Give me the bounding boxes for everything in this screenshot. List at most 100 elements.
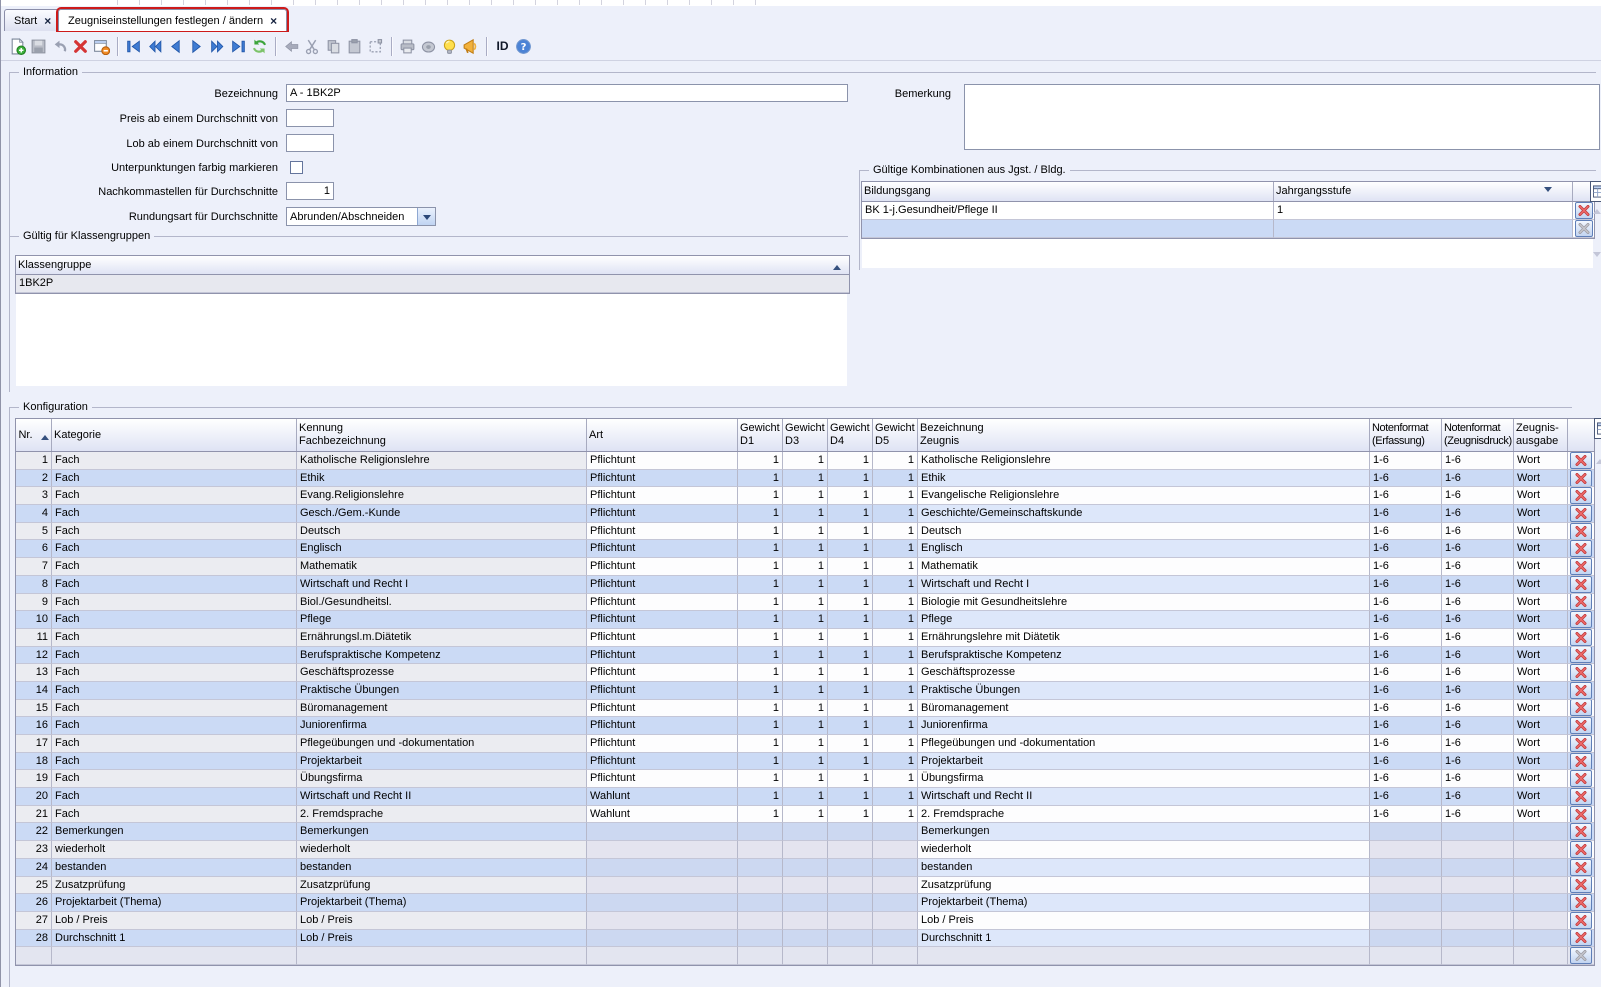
cell-d1[interactable]: 1: [738, 770, 783, 789]
cell-ausgabe[interactable]: Wort: [1514, 628, 1568, 647]
cell-d3[interactable]: 1: [783, 628, 828, 647]
dropdown-arrow-icon[interactable]: [1544, 187, 1552, 196]
cell-kennung[interactable]: Projektarbeit (Thema): [297, 894, 587, 912]
cell-kategorie[interactable]: wiederholt: [52, 841, 297, 859]
cell-d5[interactable]: [873, 894, 918, 912]
cell-zeugnis[interactable]: Geschichte/Gemeinschaftskunde: [918, 505, 1370, 523]
cell-art[interactable]: Pflichtunt: [587, 487, 738, 506]
cell-zeugnis[interactable]: Katholische Religionslehre: [918, 452, 1370, 470]
cell-art[interactable]: Pflichtunt: [587, 558, 738, 576]
cell-d3[interactable]: 1: [783, 646, 828, 665]
cell-nr[interactable]: 2: [16, 469, 52, 488]
cell-d5[interactable]: 1: [873, 788, 918, 806]
cell-nf_erfassung[interactable]: 1-6: [1370, 770, 1442, 789]
cell-nr[interactable]: [16, 947, 52, 965]
cell-nr[interactable]: 15: [16, 699, 52, 718]
cell-ausgabe[interactable]: Wort: [1514, 558, 1568, 576]
cell-nf_zeugnisdruck[interactable]: 1-6: [1442, 487, 1514, 506]
delete-row-button[interactable]: [1570, 752, 1592, 770]
konfiguration-row[interactable]: 13 Fach Geschäftsprozesse Pflichtunt 1 1 1 1 Ges…: [16, 664, 1594, 682]
cell-d1[interactable]: 1: [738, 452, 783, 470]
cell-zeugnis[interactable]: Englisch: [918, 540, 1370, 559]
cell-nr[interactable]: 23: [16, 841, 52, 859]
cell-zeugnis[interactable]: [918, 947, 1370, 965]
cell-d3[interactable]: 1: [783, 575, 828, 594]
cell-d5[interactable]: 1: [873, 628, 918, 647]
cell-nr[interactable]: 16: [16, 717, 52, 735]
cell-kategorie[interactable]: Fach: [52, 717, 297, 735]
cell-kennung[interactable]: Biol./Gesundheitsl.: [297, 593, 587, 612]
cell-nf_zeugnisdruck[interactable]: 1-6: [1442, 717, 1514, 735]
cell-d3[interactable]: [783, 894, 828, 912]
cell-d4[interactable]: 1: [828, 664, 873, 682]
cell-nf_erfassung[interactable]: 1-6: [1370, 558, 1442, 576]
cell-kategorie[interactable]: Fach: [52, 628, 297, 647]
kombinationen-column-chooser-button[interactable]: [1590, 181, 1601, 202]
cell-d1[interactable]: 1: [738, 735, 783, 753]
cell-d4[interactable]: 1: [828, 487, 873, 506]
cell-nf_erfassung[interactable]: 1-6: [1370, 699, 1442, 718]
cell-ausgabe[interactable]: Wort: [1514, 452, 1568, 470]
cell-d3[interactable]: [783, 823, 828, 842]
cell-kategorie[interactable]: bestanden: [52, 858, 297, 877]
cell-nr[interactable]: 8: [16, 575, 52, 594]
cell-d1[interactable]: 1: [738, 469, 783, 488]
preis-input[interactable]: [286, 109, 334, 127]
cell-d3[interactable]: 1: [783, 735, 828, 753]
cell-d4[interactable]: 1: [828, 522, 873, 541]
cell-kennung[interactable]: Mathematik: [297, 558, 587, 576]
cell-ausgabe[interactable]: Wort: [1514, 593, 1568, 612]
cell-kennung[interactable]: Pflegeübungen und -dokumentation: [297, 735, 587, 753]
cell-d3[interactable]: [783, 911, 828, 930]
cell-kategorie[interactable]: Durchschnitt 1: [52, 929, 297, 948]
cell-d4[interactable]: [828, 823, 873, 842]
cell-nr[interactable]: 19: [16, 770, 52, 789]
cell-nf_erfassung[interactable]: 1-6: [1370, 487, 1442, 506]
cell-kategorie[interactable]: Fach: [52, 452, 297, 470]
konfiguration-row[interactable]: 10 Fach Pflege Pflichtunt 1 1 1 1 Pflege 1-6 1-6 Wo…: [16, 611, 1594, 629]
cell-nf_erfassung[interactable]: 1-6: [1370, 717, 1442, 735]
cell-zeugnis[interactable]: Zusatzprüfung: [918, 876, 1370, 895]
cell-d4[interactable]: [828, 894, 873, 912]
cell-d3[interactable]: 1: [783, 593, 828, 612]
delete-row-button[interactable]: [1570, 717, 1592, 735]
remove-form-icon[interactable]: [91, 36, 112, 57]
cell-ausgabe[interactable]: [1514, 894, 1568, 912]
cell-d3[interactable]: 1: [783, 452, 828, 470]
cell-kategorie[interactable]: Fach: [52, 752, 297, 771]
scroll-up-icon[interactable]: [1596, 455, 1601, 464]
cell-nf_erfassung[interactable]: 1-6: [1370, 735, 1442, 753]
cell-d1[interactable]: 1: [738, 788, 783, 806]
nachkommastellen-input[interactable]: [286, 182, 334, 200]
cell-kategorie[interactable]: Zusatzprüfung: [52, 876, 297, 895]
klassengruppen-row[interactable]: 1BK2P: [16, 275, 849, 293]
cell-kategorie[interactable]: Fach: [52, 593, 297, 612]
cell-d4[interactable]: [828, 947, 873, 965]
cell-d5[interactable]: 1: [873, 752, 918, 771]
cell-zeugnis[interactable]: Biologie mit Gesundheitslehre: [918, 593, 1370, 612]
cell-nf_zeugnisdruck[interactable]: 1-6: [1442, 628, 1514, 647]
cell-nr[interactable]: 10: [16, 611, 52, 629]
lob-input[interactable]: [286, 134, 334, 152]
cell-art[interactable]: [587, 876, 738, 895]
cell-art[interactable]: Pflichtunt: [587, 664, 738, 682]
column-header-notenformat[interactable]: Notenformat (Erfassung): [1370, 419, 1442, 451]
konfiguration-row[interactable]: [16, 947, 1594, 965]
cell-jahrgangsstufe[interactable]: 1: [1274, 202, 1573, 220]
cell-nf_zeugnisdruck[interactable]: 1-6: [1442, 611, 1514, 629]
cell-kennung[interactable]: Bemerkungen: [297, 823, 587, 842]
cell-kennung[interactable]: Ethik: [297, 469, 587, 488]
unterpunktungen-checkbox[interactable]: [290, 161, 303, 174]
nav-first-icon[interactable]: [123, 36, 144, 57]
delete-row-button[interactable]: [1570, 788, 1592, 805]
delete-row-button[interactable]: [1574, 202, 1593, 219]
cell-nr[interactable]: 5: [16, 522, 52, 541]
new-document-icon[interactable]: [7, 36, 28, 57]
cell-zeugnis[interactable]: Wirtschaft und Recht I: [918, 575, 1370, 594]
cell-nf_erfassung[interactable]: 1-6: [1370, 646, 1442, 665]
help-icon[interactable]: ?: [513, 36, 534, 57]
kombinationen-row[interactable]: [862, 220, 1594, 238]
konfiguration-row[interactable]: 3 Fach Evang.Religionslehre Pflichtunt 1 1 1 1 E…: [16, 487, 1594, 506]
cell-d5[interactable]: 1: [873, 646, 918, 665]
cell-ausgabe[interactable]: Wort: [1514, 681, 1568, 700]
